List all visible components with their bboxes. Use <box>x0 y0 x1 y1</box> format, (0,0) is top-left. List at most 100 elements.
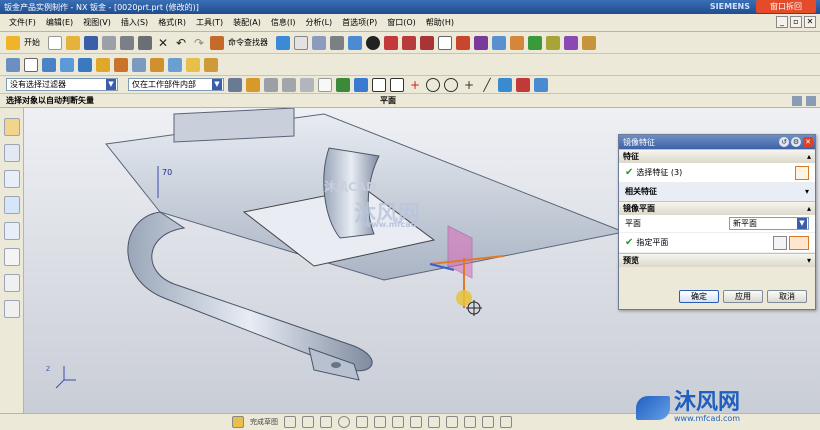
bend-icon[interactable] <box>96 57 110 72</box>
menu-preferences[interactable]: 首选项(P) <box>337 17 382 28</box>
polygon-icon[interactable] <box>410 416 422 428</box>
edit-object-icon[interactable] <box>546 35 560 50</box>
punch-icon[interactable] <box>150 57 164 72</box>
menu-analysis[interactable]: 分析(L) <box>300 17 337 28</box>
lofted-flange-icon[interactable] <box>78 57 92 72</box>
snap-cross-icon[interactable]: + <box>408 78 422 92</box>
constraint-navigator-icon[interactable] <box>3 144 20 162</box>
shading-icon[interactable] <box>366 35 380 50</box>
command-finder-icon[interactable] <box>210 35 224 50</box>
general-select-icon[interactable] <box>246 77 260 92</box>
minimize-icon[interactable]: _ <box>776 16 788 28</box>
apply-button[interactable]: 应用 <box>723 290 763 303</box>
menu-tools[interactable]: 工具(T) <box>191 17 228 28</box>
box-select-icon[interactable] <box>318 77 332 92</box>
roles-icon[interactable] <box>3 300 20 318</box>
ruler-icon[interactable] <box>582 35 596 50</box>
finish-sketch-label[interactable]: 完成草图 <box>250 417 278 427</box>
redo-icon[interactable]: ↷ <box>192 36 206 50</box>
copy-icon[interactable] <box>120 35 134 50</box>
flat-pattern-icon[interactable] <box>186 57 200 72</box>
cancel-button[interactable]: 取消 <box>767 290 807 303</box>
related-feature-row[interactable]: 相关特征 ▾ <box>619 183 815 201</box>
section-preview[interactable]: 预览 ▾ <box>619 253 815 267</box>
line-icon[interactable] <box>302 416 314 428</box>
tool-icon[interactable] <box>528 35 542 50</box>
trim-icon[interactable] <box>464 416 476 428</box>
snap-quadrant-icon[interactable] <box>444 77 458 92</box>
command-finder-button[interactable]: 命令查找器 <box>228 37 268 48</box>
chamfer-icon[interactable] <box>374 416 386 428</box>
inferred-plane-icon[interactable] <box>789 235 809 250</box>
reuse-library-icon[interactable] <box>3 196 20 214</box>
menu-insert[interactable]: 插入(S) <box>116 17 153 28</box>
measure-icon[interactable] <box>510 35 524 50</box>
start-button[interactable]: 开始 <box>24 37 40 48</box>
export-icon[interactable] <box>204 57 218 72</box>
start-icon[interactable] <box>6 35 20 50</box>
section-mirror-plane[interactable]: 镜像平面 ▴ <box>619 201 815 215</box>
constraint-icon[interactable] <box>500 416 512 428</box>
wcs-icon[interactable] <box>438 35 452 50</box>
filter-icon[interactable] <box>474 35 488 50</box>
rectangle-icon[interactable] <box>392 416 404 428</box>
fit-view-icon[interactable] <box>312 35 326 50</box>
feature-rule-icon[interactable] <box>300 77 314 92</box>
menu-format[interactable]: 格式(R) <box>153 17 191 28</box>
part-navigator-icon[interactable] <box>3 170 20 188</box>
reset-icon[interactable]: ↺ <box>779 137 789 147</box>
menu-window[interactable]: 窗口(O) <box>382 17 421 28</box>
snap-pole-icon[interactable] <box>534 77 548 92</box>
snap-bounded-icon[interactable] <box>516 77 530 92</box>
profile-icon[interactable] <box>284 416 296 428</box>
clip-icon[interactable] <box>402 35 416 50</box>
snap-mid-icon[interactable] <box>354 77 368 92</box>
sketch-icon[interactable] <box>6 57 20 72</box>
menu-assemblies[interactable]: 装配(A) <box>228 17 266 28</box>
analysis-icon[interactable] <box>492 35 506 50</box>
snap-point-icon[interactable]: + <box>462 78 476 92</box>
orient-view-icon[interactable] <box>348 35 362 50</box>
web-browser-icon[interactable] <box>3 222 20 240</box>
offset-curve-icon[interactable] <box>446 416 458 428</box>
settings-icon[interactable]: ⚙ <box>791 137 801 147</box>
restore-icon[interactable]: ▫ <box>790 16 802 28</box>
unbend-icon[interactable] <box>114 57 128 72</box>
panel-layout-icon[interactable] <box>806 96 816 106</box>
specify-plane-row[interactable]: ✔ 指定平面 <box>619 233 815 253</box>
ok-button[interactable]: 确定 <box>679 290 719 303</box>
snap-line-icon[interactable] <box>372 77 386 92</box>
display-icon[interactable] <box>564 35 578 50</box>
selection-scope-select[interactable]: 仅在工作部件内部 ▼ <box>128 78 224 91</box>
tab-icon[interactable] <box>24 57 38 72</box>
face-rule-icon[interactable] <box>282 77 296 92</box>
circle-icon[interactable] <box>338 416 350 428</box>
section-feature[interactable]: 特征 ▴ <box>619 149 815 163</box>
undo-icon[interactable]: ↶ <box>174 36 188 50</box>
menu-file[interactable]: 文件(F) <box>4 17 41 28</box>
panel-toggle-icon[interactable] <box>792 96 802 106</box>
new-file-icon[interactable] <box>48 35 62 50</box>
plane-type-select[interactable]: 新平面 ▼ <box>729 217 809 230</box>
select-all-icon[interactable] <box>228 77 242 92</box>
type-filter-select[interactable]: 没有选择过滤器 ▼ <box>6 78 118 91</box>
select-feature-row[interactable]: ✔ 选择特征 (3) <box>619 163 815 183</box>
curve-rule-icon[interactable] <box>264 77 278 92</box>
menu-edit[interactable]: 编辑(E) <box>41 17 78 28</box>
history-icon[interactable] <box>3 248 20 266</box>
plane-dialog-icon[interactable] <box>773 235 787 250</box>
assembly-navigator-icon[interactable] <box>3 118 20 136</box>
menu-help[interactable]: 帮助(H) <box>421 17 459 28</box>
close-icon[interactable]: ✕ <box>804 16 816 28</box>
select-icon[interactable] <box>294 35 308 50</box>
fillet-icon[interactable] <box>356 416 368 428</box>
notice-button[interactable]: 窗口拆回 <box>756 0 816 13</box>
snap-icon[interactable] <box>456 35 470 50</box>
menu-view[interactable]: 视图(V) <box>78 17 116 28</box>
point-icon[interactable] <box>428 416 440 428</box>
cut-icon[interactable] <box>102 35 116 50</box>
system-materials-icon[interactable] <box>3 274 20 292</box>
corner-icon[interactable] <box>132 57 146 72</box>
snap-curve-icon[interactable]: ╱ <box>480 78 494 92</box>
flange-icon[interactable] <box>42 57 56 72</box>
